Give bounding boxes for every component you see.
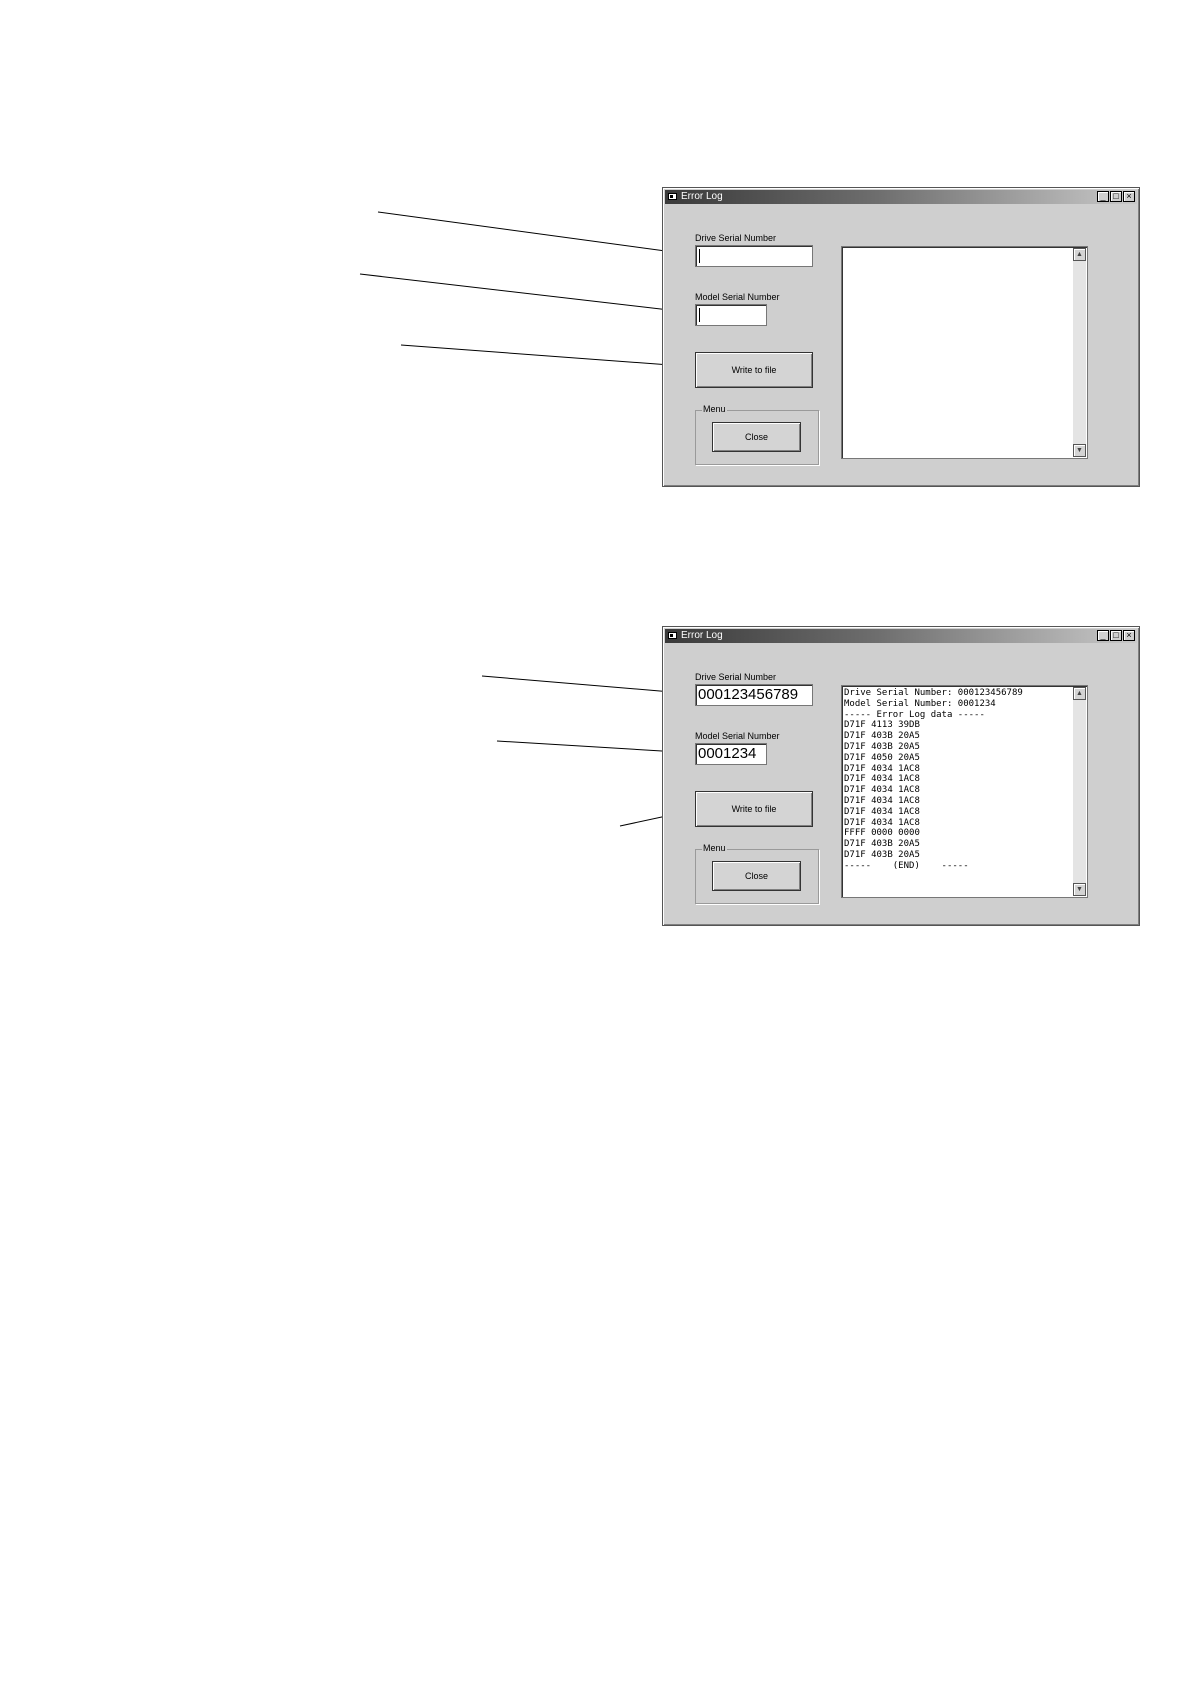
error-log-window-filled: Error Log _ □ × Drive Serial Number 0001…	[662, 626, 1140, 926]
vertical-scrollbar[interactable]: ▲ ▼	[1073, 248, 1086, 457]
error-log-text: Drive Serial Number: 000123456789 Model …	[844, 688, 1023, 871]
window-title: Error Log	[681, 630, 723, 641]
scroll-down-button[interactable]: ▼	[1073, 883, 1086, 896]
drive-serial-input[interactable]	[695, 245, 813, 267]
title-bar[interactable]: Error Log _ □ ×	[665, 190, 1137, 204]
close-window-button[interactable]: ×	[1123, 191, 1135, 202]
error-log-window-empty: Error Log _ □ × Drive Serial Number Mode…	[662, 187, 1140, 487]
model-serial-input[interactable]: 0001234	[695, 743, 767, 765]
drive-serial-input[interactable]: 000123456789	[695, 684, 813, 706]
close-button[interactable]: Close	[712, 861, 801, 891]
window-title: Error Log	[681, 191, 723, 202]
menu-group: Menu Close	[695, 843, 819, 904]
error-log-textarea[interactable]: ▲ ▼	[841, 246, 1088, 459]
app-icon	[668, 193, 677, 200]
error-log-text	[844, 249, 1071, 456]
drive-serial-label: Drive Serial Number	[695, 672, 777, 682]
drive-serial-label: Drive Serial Number	[695, 233, 777, 243]
menu-group-label: Menu	[702, 404, 727, 414]
error-log-textarea[interactable]: Drive Serial Number: 000123456789 Model …	[841, 685, 1088, 898]
menu-group: Menu Close	[695, 404, 819, 465]
minimize-button[interactable]: _	[1097, 191, 1109, 202]
drive-serial-value: 000123456789	[698, 686, 799, 703]
app-icon	[668, 632, 677, 639]
minimize-button[interactable]: _	[1097, 630, 1109, 641]
model-serial-input[interactable]	[695, 304, 767, 326]
menu-group-label: Menu	[702, 843, 727, 853]
vertical-scrollbar[interactable]: ▲ ▼	[1073, 687, 1086, 896]
text-caret	[699, 308, 700, 322]
model-serial-label: Model Serial Number	[695, 731, 780, 741]
model-serial-value: 0001234	[698, 745, 757, 762]
write-to-file-button[interactable]: Write to file	[695, 352, 813, 388]
title-bar[interactable]: Error Log _ □ ×	[665, 629, 1137, 643]
text-caret	[699, 249, 700, 263]
arrow-drive-serial-1	[377, 211, 696, 260]
maximize-button[interactable]: □	[1110, 191, 1122, 202]
maximize-button[interactable]: □	[1110, 630, 1122, 641]
scroll-up-button[interactable]: ▲	[1073, 687, 1086, 700]
arrow-write-button-1	[400, 344, 698, 373]
close-button[interactable]: Close	[712, 422, 801, 452]
arrow-model-serial-1	[359, 273, 696, 318]
scroll-down-button[interactable]: ▼	[1073, 444, 1086, 457]
model-serial-label: Model Serial Number	[695, 292, 780, 302]
write-to-file-button[interactable]: Write to file	[695, 791, 813, 827]
scroll-up-button[interactable]: ▲	[1073, 248, 1086, 261]
close-window-button[interactable]: ×	[1123, 630, 1135, 641]
